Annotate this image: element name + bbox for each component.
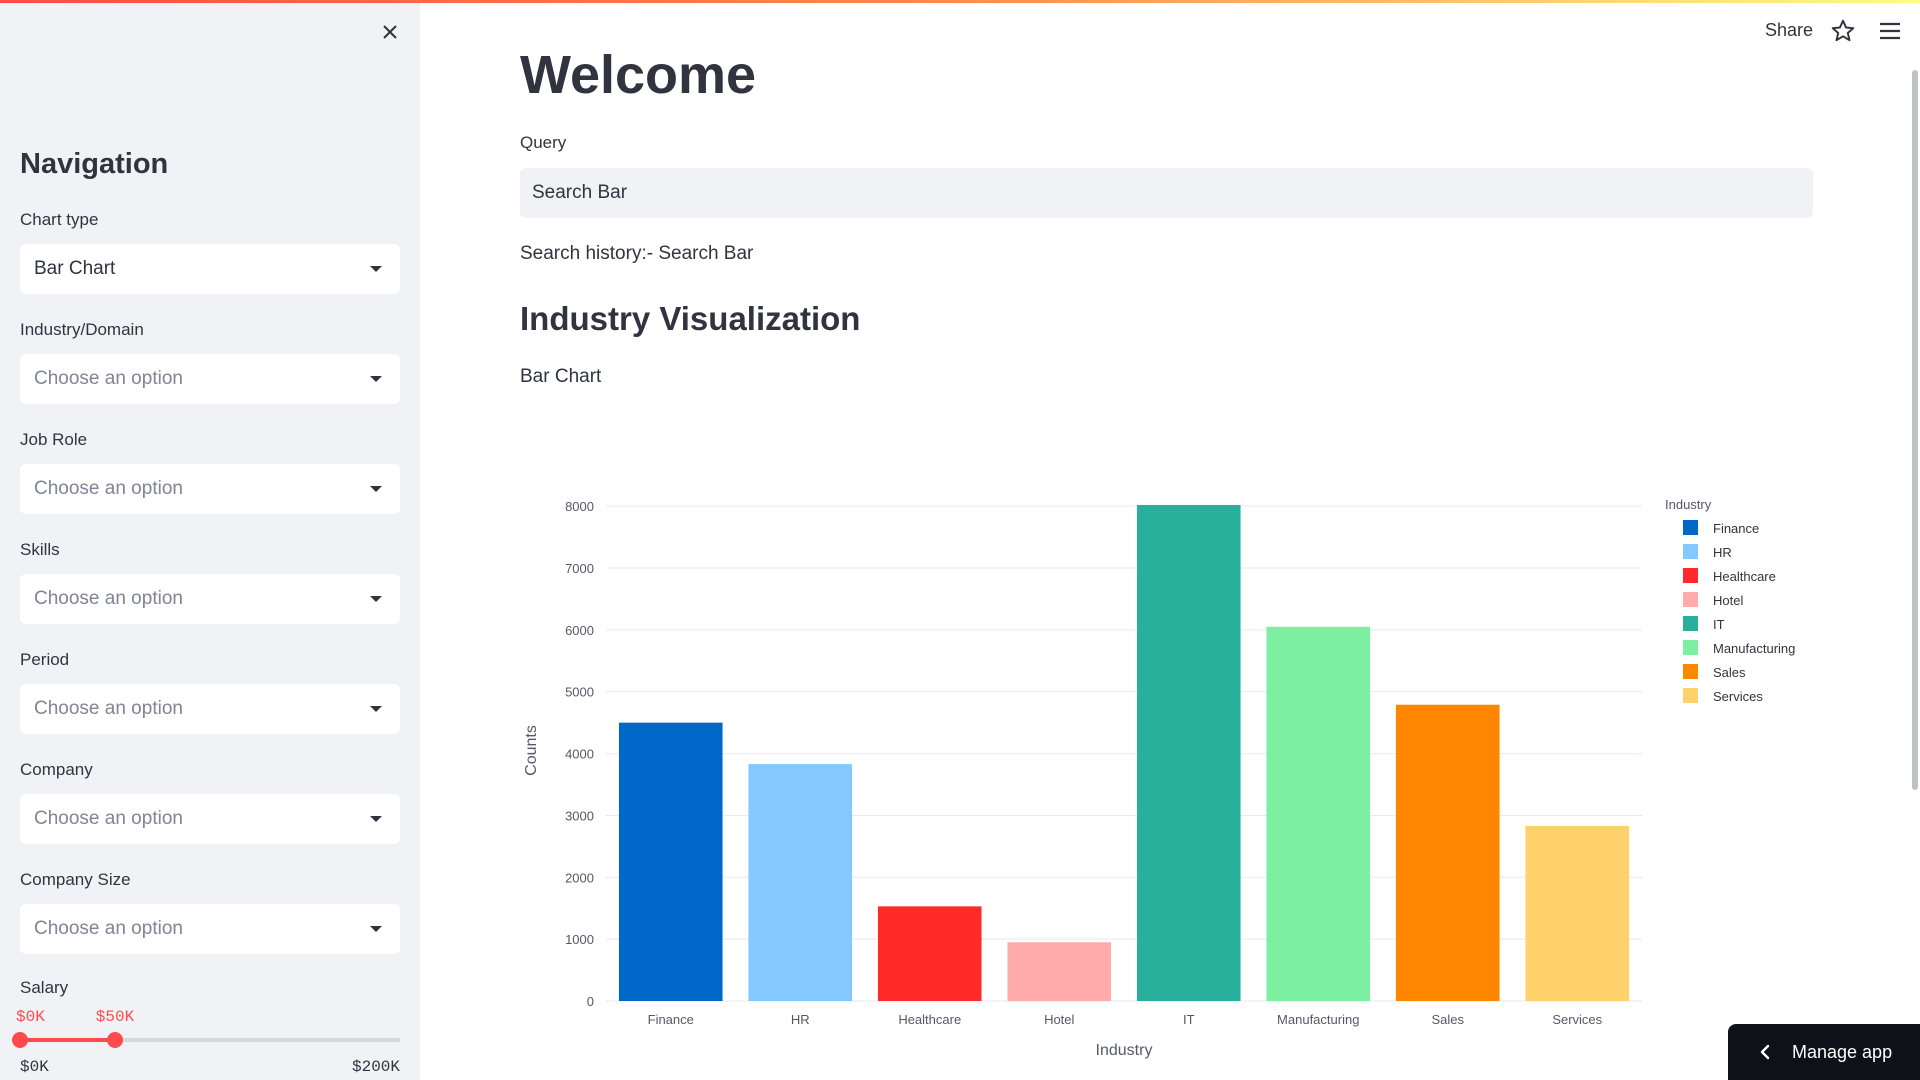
x-tick-label: Sales [1431, 1012, 1464, 1027]
legend-label: Hotel [1713, 593, 1743, 608]
slider-fill [20, 1038, 115, 1042]
chevron-down-icon [370, 596, 382, 602]
legend-label: Manufacturing [1713, 641, 1795, 656]
legend-title: Industry [1665, 497, 1712, 512]
legend-label: IT [1713, 617, 1725, 632]
header-decoration-stripe [0, 0, 1920, 3]
job-role-select-value: Choose an option [34, 478, 183, 499]
x-tick-label: HR [791, 1012, 810, 1027]
salary-max-label: $200K [351, 1058, 400, 1076]
bar-hr [748, 764, 853, 1001]
legend-label: Finance [1713, 521, 1759, 536]
chevron-down-icon [370, 706, 382, 712]
close-icon[interactable] [376, 18, 404, 46]
salary-low-value: $0K [16, 1008, 45, 1026]
slider-thumb-low[interactable] [12, 1032, 28, 1048]
section-title: Industry Visualization [520, 300, 861, 337]
legend-swatch-hr [1683, 544, 1698, 559]
bar-it [1136, 504, 1241, 1001]
legend-label: HR [1713, 545, 1732, 560]
salary-min-label: $0K [20, 1058, 49, 1076]
industry-domain-label: Industry/Domain [20, 320, 144, 339]
job-role-select[interactable]: Choose an option [20, 464, 400, 514]
x-axis-title: Industry [1096, 1042, 1153, 1059]
y-tick-label: 8000 [565, 499, 594, 514]
bar-chart: 0 1000 2000 3000 4000 5000 6000 7000 8000 Finance… [523, 497, 1795, 1059]
chevron-down-icon [370, 816, 382, 822]
chart-type-select[interactable]: Bar Chart [20, 244, 400, 294]
manage-app-label: Manage app [1792, 1041, 1893, 1062]
salary-high-value: $50K [95, 1008, 135, 1026]
y-tick-label: 0 [587, 994, 594, 1009]
y-tick-label: 4000 [565, 747, 594, 762]
y-tick-label: 1000 [565, 932, 594, 947]
bar-finance [618, 722, 723, 1001]
chevron-down-icon [370, 376, 382, 382]
company-size-select-value: Choose an option [34, 918, 183, 939]
slider-thumb-high[interactable] [107, 1032, 123, 1048]
manage-app-button[interactable]: Manage app [1728, 1024, 1920, 1080]
y-tick-label: 6000 [565, 623, 594, 638]
chevron-down-icon [370, 926, 382, 932]
bar-services [1525, 825, 1630, 1001]
industry-domain-select-value: Choose an option [34, 368, 183, 389]
bar-healthcare [877, 906, 982, 1001]
job-role-label: Job Role [20, 430, 88, 449]
y-tick-label: 3000 [565, 808, 594, 823]
y-tick-label: 2000 [565, 870, 594, 885]
y-tick-label: 5000 [565, 685, 594, 700]
period-label: Period [20, 650, 70, 669]
company-select-value: Choose an option [34, 808, 183, 829]
y-tick-label: 7000 [565, 561, 594, 576]
legend-swatch-hotel [1683, 592, 1698, 607]
salary-label: Salary [20, 978, 69, 997]
chart-type-label: Chart type [20, 210, 99, 229]
x-tick-label: Services [1552, 1012, 1602, 1027]
salary-slider[interactable]: $0K $50K $0K $200K [12, 1000, 400, 1080]
skills-label: Skills [20, 540, 60, 559]
industry-domain-select[interactable]: Choose an option [20, 354, 400, 404]
hamburger-menu-icon[interactable] [1878, 20, 1902, 42]
sidebar: Navigation Chart type Bar Chart Industry/D… [0, 0, 420, 1080]
bar-manufacturing [1266, 626, 1371, 1001]
star-icon[interactable] [1830, 18, 1856, 44]
bar-sales [1395, 704, 1500, 1001]
legend-swatch-manufacturing [1683, 640, 1698, 655]
bar-hotel [1007, 942, 1112, 1001]
chart-caption: Bar Chart [520, 366, 602, 387]
company-select[interactable]: Choose an option [20, 794, 400, 844]
page-title: Welcome [520, 45, 757, 105]
skills-select[interactable]: Choose an option [20, 574, 400, 624]
x-tick-label: Manufacturing [1277, 1012, 1359, 1027]
legend-swatch-services [1683, 688, 1698, 703]
x-tick-label: Healthcare [898, 1012, 961, 1027]
sidebar-title: Navigation [20, 148, 169, 180]
legend-label: Services [1713, 689, 1763, 704]
search-history-text: Search history:- Search Bar [520, 243, 754, 264]
x-tick-label: Hotel [1044, 1012, 1074, 1027]
legend-swatch-sales [1683, 664, 1698, 679]
chevron-down-icon [370, 266, 382, 272]
x-tick-label: IT [1183, 1012, 1195, 1027]
query-label: Query [520, 133, 567, 152]
legend-label: Healthcare [1713, 569, 1776, 584]
query-input[interactable] [520, 168, 1813, 218]
skills-select-value: Choose an option [34, 588, 183, 609]
legend-swatch-it [1683, 616, 1698, 631]
chart-type-select-value: Bar Chart [34, 258, 116, 279]
x-tick-label: Finance [648, 1012, 694, 1027]
chevron-down-icon [370, 486, 382, 492]
company-label: Company [20, 760, 93, 779]
period-select-value: Choose an option [34, 698, 183, 719]
company-size-label: Company Size [20, 870, 131, 889]
legend-label: Sales [1713, 665, 1746, 680]
scrollbar[interactable] [1912, 70, 1918, 790]
legend-swatch-finance [1683, 520, 1698, 535]
chevron-left-icon [1760, 1044, 1770, 1060]
legend-swatch-healthcare [1683, 568, 1698, 583]
share-button[interactable]: Share [1765, 20, 1813, 41]
company-size-select[interactable]: Choose an option [20, 904, 400, 954]
y-axis-title: Counts [523, 725, 540, 776]
period-select[interactable]: Choose an option [20, 684, 400, 734]
